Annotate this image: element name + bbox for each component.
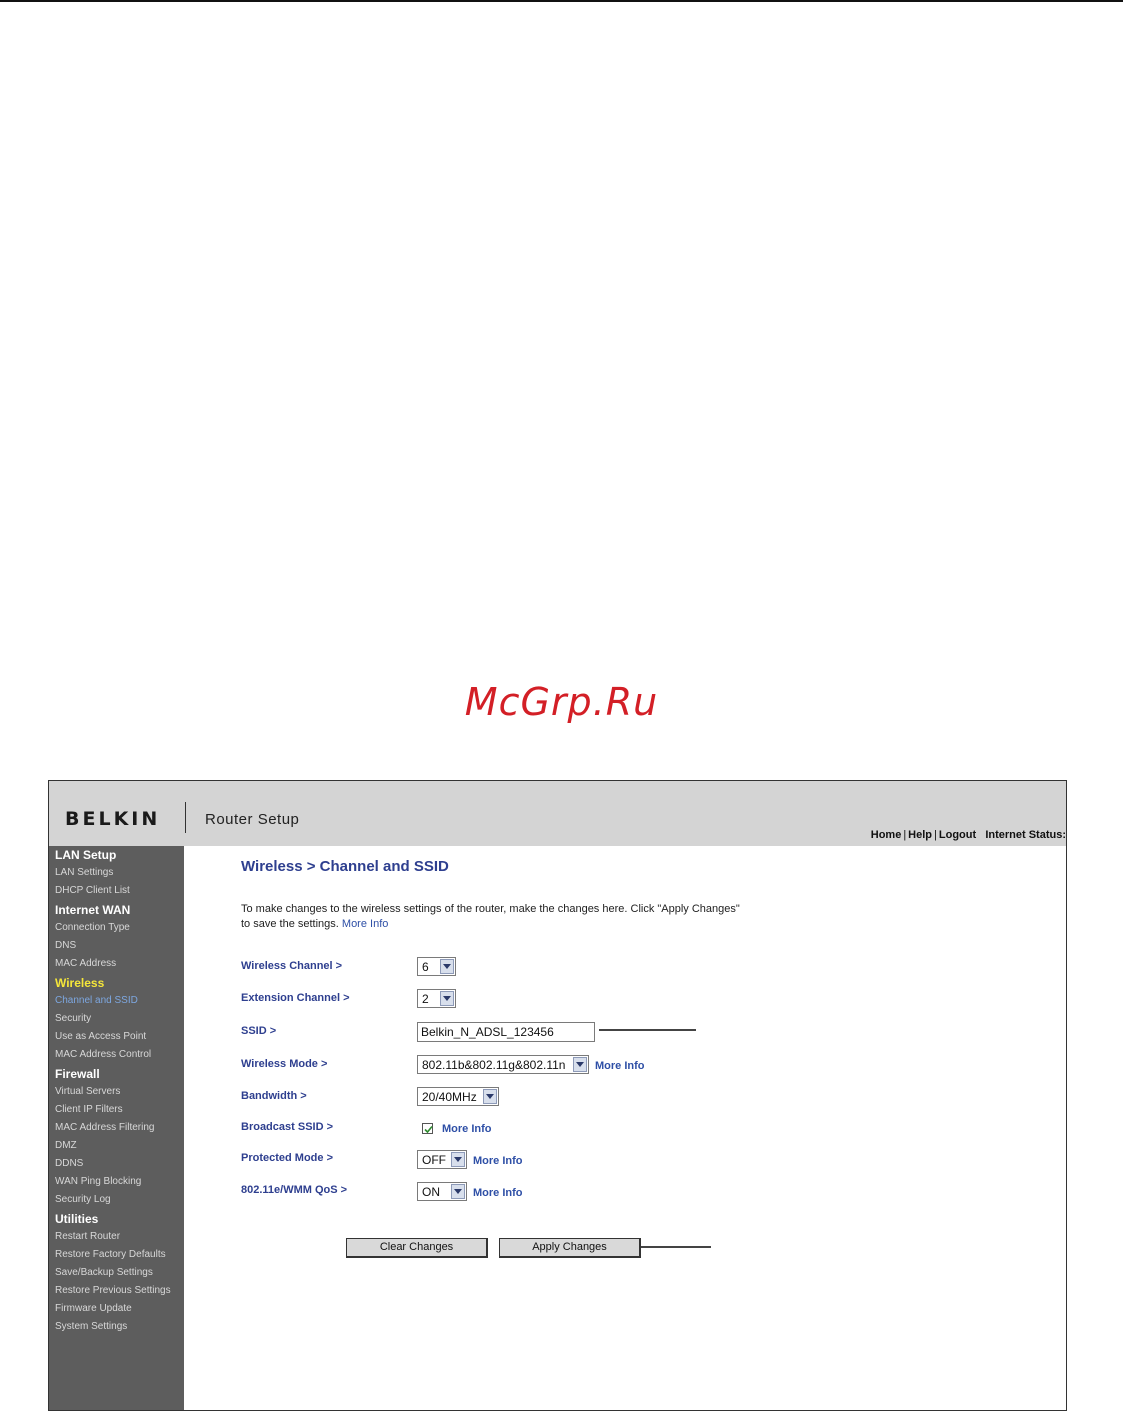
chevron-down-icon [483,1089,497,1104]
sidebar-item-channel-and-ssid[interactable]: Channel and SSID [55,995,138,1006]
wireless-mode-more-info-link[interactable]: More Info [595,1060,645,1072]
sidebar-item-mac-address-filtering[interactable]: MAC Address Filtering [55,1122,154,1133]
chevron-down-icon [440,959,454,974]
wmm-qos-label: 802.11e/WMM QoS > [241,1184,348,1196]
intro-more-info-link[interactable]: More Info [342,918,388,930]
sidebar-item-use-as-access-point[interactable]: Use as Access Point [55,1031,146,1042]
wireless-channel-label: Wireless Channel > [241,960,343,972]
wmm-qos-select[interactable]: ON [417,1182,467,1201]
wireless-mode-select[interactable]: 802.11b&802.11g&802.11n [417,1055,589,1074]
apply-callout-line [641,1246,711,1248]
apply-changes-button[interactable]: Apply Changes [499,1238,641,1258]
bandwidth-value: 20/40MHz [422,1090,477,1104]
sidebar-heading-wireless: Wireless [55,976,105,990]
sidebar-item-lan-settings[interactable]: LAN Settings [55,867,113,878]
sidebar-item-dns[interactable]: DNS [55,940,76,951]
top-links: Home | Help | Logout Internet Status: [871,829,1066,841]
link-separator: | [934,829,937,841]
sidebar-item-connection-type[interactable]: Connection Type [55,922,130,933]
protected-mode-value: OFF [422,1153,446,1167]
broadcast-ssid-label: Broadcast SSID > [241,1121,334,1133]
sidebar-nav: LAN Setup LAN Settings DHCP Client List … [49,846,184,1410]
ssid-callout-line [599,1029,696,1031]
wmm-qos-more-info-link[interactable]: More Info [473,1187,523,1199]
page-title: Wireless > Channel and SSID [241,858,449,875]
chevron-down-icon [451,1152,465,1167]
wireless-mode-label: Wireless Mode > [241,1058,328,1070]
sidebar-item-save-backup-settings[interactable]: Save/Backup Settings [55,1267,153,1278]
header-divider [185,802,186,833]
sidebar-item-mac-address-control[interactable]: MAC Address Control [55,1049,151,1060]
chevron-down-icon [573,1057,587,1072]
intro-body: To make changes to the wireless settings… [241,903,740,930]
sidebar-item-security[interactable]: Security [55,1013,91,1024]
clear-changes-button[interactable]: Clear Changes [346,1238,488,1258]
help-link[interactable]: Help [908,829,932,841]
sidebar-heading-lan-setup: LAN Setup [55,848,117,862]
header-bar: BELKIN Router Setup Home | Help | Logout Int… [49,781,1066,846]
extension-channel-select[interactable]: 2 [417,989,456,1008]
home-link[interactable]: Home [871,829,902,841]
router-setup-window: BELKIN Router Setup Home | Help | Logout Int… [48,780,1067,1411]
sidebar-item-restart-router[interactable]: Restart Router [55,1231,120,1242]
sidebar-item-ddns[interactable]: DDNS [55,1158,83,1169]
wmm-qos-value: ON [422,1185,440,1199]
sidebar-heading-firewall: Firewall [55,1067,100,1081]
extension-channel-label: Extension Channel > [241,992,350,1004]
sidebar-item-client-ip-filters[interactable]: Client IP Filters [55,1104,123,1115]
intro-text: To make changes to the wireless settings… [241,902,741,932]
ssid-label: SSID > [241,1025,277,1037]
logout-link[interactable]: Logout [939,829,976,841]
broadcast-ssid-checkbox[interactable] [422,1123,433,1134]
bandwidth-label: Bandwidth > [241,1090,307,1102]
sidebar-item-dhcp-client-list[interactable]: DHCP Client List [55,885,130,896]
protected-mode-more-info-link[interactable]: More Info [473,1155,523,1167]
sidebar-item-mac-address[interactable]: MAC Address [55,958,116,969]
sidebar-item-restore-factory-defaults[interactable]: Restore Factory Defaults [55,1249,166,1260]
checkmark-icon [424,1125,433,1134]
protected-mode-select[interactable]: OFF [417,1150,467,1169]
watermark: McGrp.Ru [464,680,659,724]
sidebar-heading-utilities: Utilities [55,1212,99,1226]
protected-mode-label: Protected Mode > [241,1152,333,1164]
top-rule [0,0,1123,2]
sidebar-item-restore-previous-settings[interactable]: Restore Previous Settings [55,1285,171,1296]
app-title: Router Setup [205,811,300,828]
belkin-logo: BELKIN [65,808,161,830]
sidebar-item-system-settings[interactable]: System Settings [55,1321,127,1332]
sidebar-item-wan-ping-blocking[interactable]: WAN Ping Blocking [55,1176,141,1187]
wireless-mode-value: 802.11b&802.11g&802.11n [422,1058,566,1072]
wireless-channel-value: 6 [422,960,429,974]
chevron-down-icon [440,991,454,1006]
wireless-channel-select[interactable]: 6 [417,957,456,976]
internet-status-label: Internet Status: [985,829,1066,841]
sidebar-item-firmware-update[interactable]: Firmware Update [55,1303,132,1314]
bandwidth-select[interactable]: 20/40MHz [417,1087,499,1106]
sidebar-item-security-log[interactable]: Security Log [55,1194,111,1205]
ssid-input[interactable] [417,1022,595,1042]
main-content: Wireless > Channel and SSID To make chan… [184,846,1066,1410]
sidebar-item-virtual-servers[interactable]: Virtual Servers [55,1086,120,1097]
chevron-down-icon [451,1184,465,1199]
sidebar-heading-internet-wan: Internet WAN [55,903,131,917]
sidebar-item-dmz[interactable]: DMZ [55,1140,77,1151]
extension-channel-value: 2 [422,992,429,1006]
broadcast-ssid-more-info-link[interactable]: More Info [442,1123,492,1135]
